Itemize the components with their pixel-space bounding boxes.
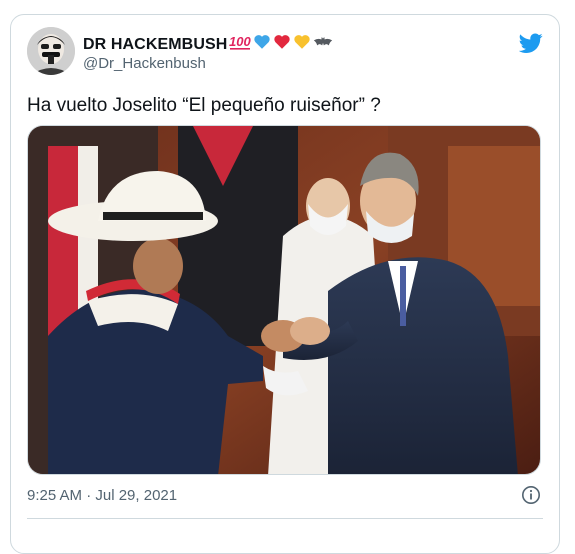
tweet-text: Ha vuelto Joselito “El pequeño ruiseñor”… [27, 95, 381, 116]
twitter-bird-icon[interactable] [518, 31, 543, 55]
divider [27, 518, 543, 519]
info-icon[interactable] [521, 485, 541, 505]
hundred-points-icon: 100 [229, 33, 252, 56]
svg-text:100: 100 [229, 34, 251, 49]
display-name[interactable]: DR HACKEMBUSH [83, 36, 227, 54]
tweet-photo[interactable] [27, 125, 541, 475]
blue-heart-icon [253, 33, 271, 56]
red-heart-icon [273, 33, 291, 56]
bat-icon [313, 34, 333, 55]
avatar[interactable] [27, 27, 75, 75]
tweet-timestamp[interactable]: 9:25 AM · Jul 29, 2021 [27, 487, 177, 504]
author-handle[interactable]: @Dr_Hackenbush [83, 55, 206, 72]
author-name-row[interactable]: DR HACKEMBUSH 100 [83, 33, 333, 56]
yellow-heart-icon [293, 33, 311, 56]
tweet-card: DR HACKEMBUSH 100 @Dr_Hackenbush Ha vuel… [10, 14, 560, 554]
